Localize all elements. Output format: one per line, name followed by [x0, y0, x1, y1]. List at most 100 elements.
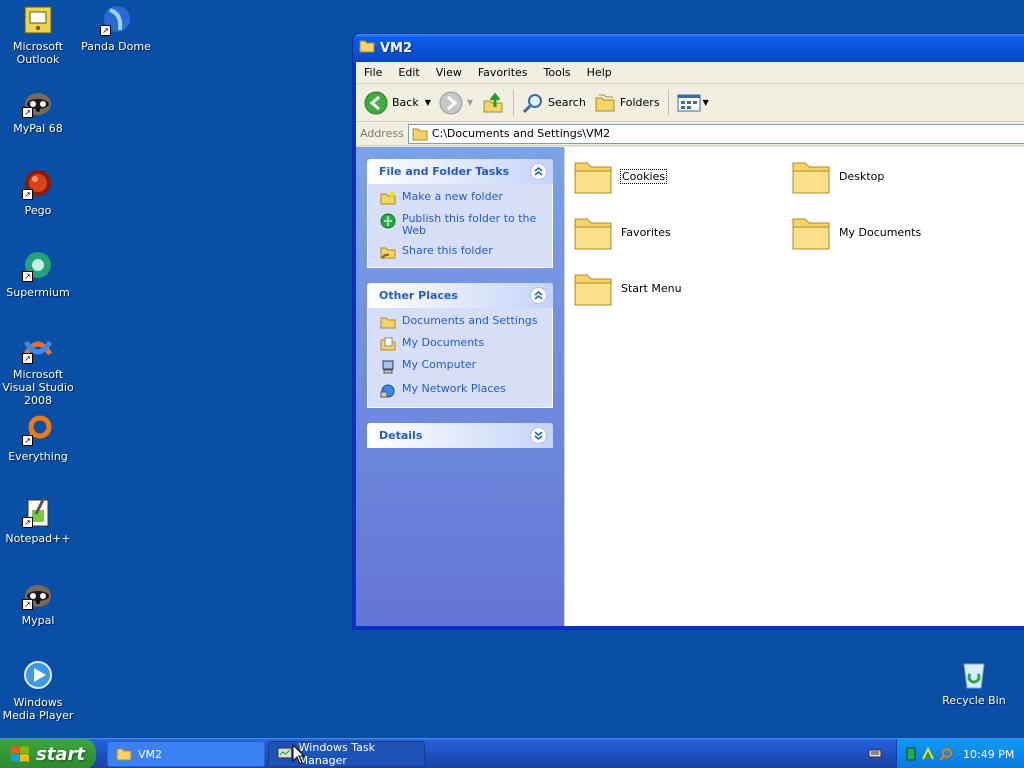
- my-documents-link[interactable]: My Documents: [380, 337, 542, 351]
- desktop-icon-pego[interactable]: ↗ Pego: [0, 168, 78, 217]
- task-manager-icon: [277, 747, 293, 759]
- window-titlebar[interactable]: VM2: [353, 34, 1024, 62]
- notepadpp-icon: ↗: [22, 496, 54, 528]
- desktop-icon-label: Mypal: [21, 614, 55, 627]
- collapse-chevron-icon[interactable]: [530, 287, 547, 304]
- desktop-icon-label: Panda Dome: [81, 40, 151, 53]
- my-computer-link[interactable]: My Computer: [380, 359, 542, 375]
- forward-button[interactable]: ▼: [435, 88, 477, 118]
- panel-title: Other Places: [379, 289, 458, 302]
- views-icon: [677, 94, 701, 111]
- folders-label: Folders: [619, 96, 660, 109]
- keyboard-icon[interactable]: [868, 747, 882, 762]
- file-list: Cookies Desktop Favorites My Documents S…: [564, 147, 1024, 626]
- desktop-icon-panda-dome[interactable]: ↗ Panda Dome: [76, 4, 156, 53]
- expand-chevron-icon[interactable]: [530, 427, 547, 444]
- toolbar: Back ▼ ▼ Search Folders ▼: [356, 84, 1024, 122]
- shortcut-arrow-icon: ↗: [22, 435, 33, 446]
- folder-label: Desktop: [839, 169, 885, 183]
- desktop-icon-notepadpp[interactable]: ↗ Notepad++: [0, 496, 78, 545]
- folder-icon: [116, 748, 132, 761]
- explorer-window[interactable]: VM2 File Edit View Favorites Tools Help …: [352, 33, 1024, 630]
- desktop-icon-label: MyPal 68: [13, 122, 63, 135]
- desktop-icon-everything[interactable]: ↗ Everything: [0, 414, 78, 463]
- menu-edit[interactable]: Edit: [390, 66, 427, 79]
- start-label: start: [36, 743, 85, 765]
- publish-folder-link[interactable]: Publish this folder to the Web: [380, 213, 542, 237]
- search-button[interactable]: Search: [518, 88, 590, 118]
- recycle-bin-icon: [958, 658, 990, 690]
- menu-view[interactable]: View: [428, 66, 470, 79]
- address-value: C:\Documents and Settings\VM2: [431, 127, 611, 140]
- folder-icon: [412, 128, 428, 140]
- menu-help[interactable]: Help: [579, 66, 620, 79]
- folder-icon: [574, 218, 612, 250]
- other-places-header[interactable]: Other Places: [367, 283, 553, 308]
- address-input[interactable]: C:\Documents and Settings\VM2: [407, 123, 1024, 144]
- desktop-icon-media-player[interactable]: Windows Media Player: [0, 660, 78, 722]
- back-label: Back: [392, 96, 419, 109]
- everything-icon: ↗: [22, 414, 54, 446]
- file-folder-tasks-header[interactable]: File and Folder Tasks: [367, 159, 553, 184]
- tray-app-icon[interactable]: [905, 747, 917, 761]
- collapse-chevron-icon[interactable]: [530, 163, 547, 180]
- panel-title: File and Folder Tasks: [379, 165, 510, 178]
- share-folder-icon: [380, 247, 396, 259]
- back-button[interactable]: Back ▼: [360, 88, 435, 118]
- start-button[interactable]: start: [0, 739, 96, 768]
- back-arrow-icon: [364, 91, 388, 114]
- search-label: Search: [548, 96, 586, 109]
- shortcut-arrow-icon: ↗: [22, 271, 33, 282]
- views-button[interactable]: ▼: [673, 88, 713, 118]
- media-player-icon: [22, 660, 54, 692]
- desktop-icon-mypal[interactable]: ↗ Mypal: [0, 578, 78, 627]
- tray-search-icon[interactable]: [939, 747, 953, 761]
- folder-label: Start Menu: [621, 281, 682, 295]
- desktop-icon-label: Windows Media Player: [2, 696, 74, 722]
- menu-file[interactable]: File: [356, 66, 390, 79]
- desktop-icon-label: Notepad++: [5, 532, 71, 545]
- desktop-icon-visual-studio[interactable]: ↗ Microsoft Visual Studio 2008: [0, 332, 78, 407]
- window-content: File and Folder Tasks Make a new folder: [356, 147, 1024, 626]
- desktop-icon-recycle-bin[interactable]: Recycle Bin: [934, 658, 1014, 707]
- folder-item-start-menu[interactable]: Start Menu: [573, 269, 682, 307]
- shortcut-arrow-icon: ↗: [22, 517, 33, 528]
- make-new-folder-link[interactable]: Make a new folder: [380, 191, 542, 205]
- menu-tools[interactable]: Tools: [536, 66, 579, 79]
- folder-icon: [792, 162, 830, 194]
- desktop-icon-label: Recycle Bin: [942, 694, 1006, 707]
- mouse-cursor-icon: [292, 743, 306, 768]
- folder-item-cookies[interactable]: Cookies: [573, 157, 668, 195]
- network-places-icon: [380, 384, 395, 398]
- taskbar-item-vm2[interactable]: VM2: [107, 741, 265, 767]
- tray-network-icon[interactable]: [921, 747, 935, 761]
- menu-favorites[interactable]: Favorites: [470, 66, 536, 79]
- desktop-icon-label: Everything: [8, 450, 68, 463]
- up-button[interactable]: [477, 88, 509, 118]
- share-folder-link[interactable]: Share this folder: [380, 245, 542, 259]
- dropdown-arrow-icon[interactable]: ▼: [467, 98, 473, 107]
- shortcut-arrow-icon: ↗: [22, 599, 33, 610]
- desktop-icon-supermium[interactable]: ↗ Supermium: [0, 250, 78, 299]
- dropdown-arrow-icon[interactable]: ▼: [703, 98, 709, 107]
- documents-and-settings-link[interactable]: Documents and Settings: [380, 315, 542, 329]
- folders-button[interactable]: Folders: [590, 88, 664, 118]
- folder-item-my-documents[interactable]: My Documents: [791, 213, 921, 251]
- folder-icon: [574, 162, 612, 194]
- outlook-icon: [22, 4, 54, 36]
- my-documents-icon: [380, 337, 396, 351]
- desktop-icon-mypal68[interactable]: ↗ MyPal 68: [0, 86, 78, 135]
- forward-arrow-icon: [439, 91, 463, 114]
- my-network-places-link[interactable]: My Network Places: [380, 383, 542, 399]
- other-places-panel: Other Places Documents and Settings My D: [367, 283, 553, 408]
- dropdown-arrow-icon[interactable]: ▼: [425, 98, 431, 107]
- desktop-icon-outlook[interactable]: Microsoft Outlook: [0, 4, 78, 66]
- folder-item-favorites[interactable]: Favorites: [573, 213, 671, 251]
- folders-icon: [595, 94, 615, 111]
- folder-item-desktop[interactable]: Desktop: [791, 157, 884, 195]
- up-folder-icon: [483, 92, 503, 112]
- desktop-icon-label: Pego: [24, 204, 52, 217]
- shortcut-arrow-icon: ↗: [22, 189, 33, 200]
- clock[interactable]: 10:49 PM: [963, 748, 1014, 761]
- details-header[interactable]: Details: [367, 423, 553, 448]
